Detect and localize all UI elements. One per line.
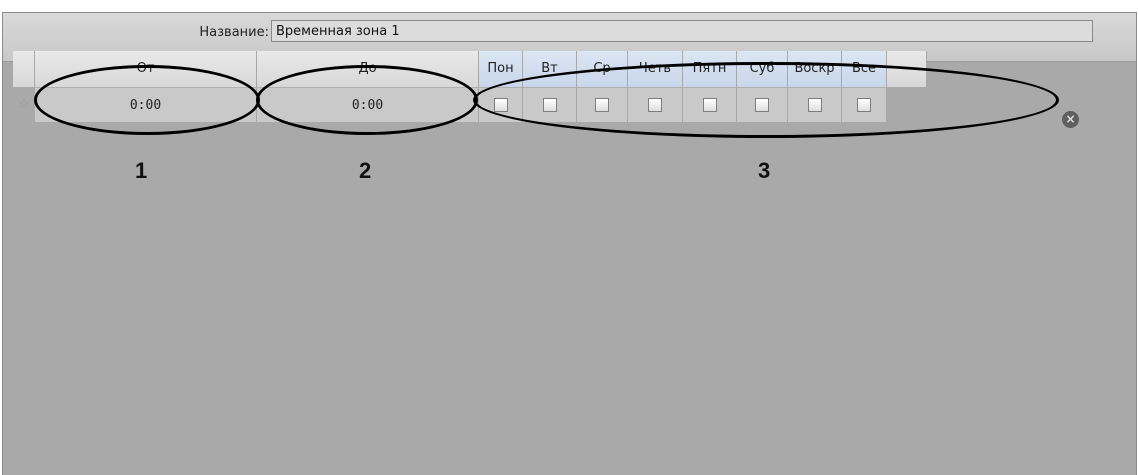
grid-corner xyxy=(13,51,35,87)
annotation-number-2: 2 xyxy=(359,158,372,183)
delete-row-icon[interactable]: × xyxy=(1062,111,1079,128)
annotation-number-3: 3 xyxy=(758,158,771,183)
annotation-ellipse-3 xyxy=(473,62,1059,138)
name-input[interactable] xyxy=(271,20,1093,42)
name-label: Название: xyxy=(199,25,269,40)
annotation-ellipse-2 xyxy=(256,65,478,135)
star-icon: ☆ xyxy=(18,97,30,112)
annotation-number-1: 1 xyxy=(135,158,148,183)
annotation-ellipse-1 xyxy=(34,65,260,135)
